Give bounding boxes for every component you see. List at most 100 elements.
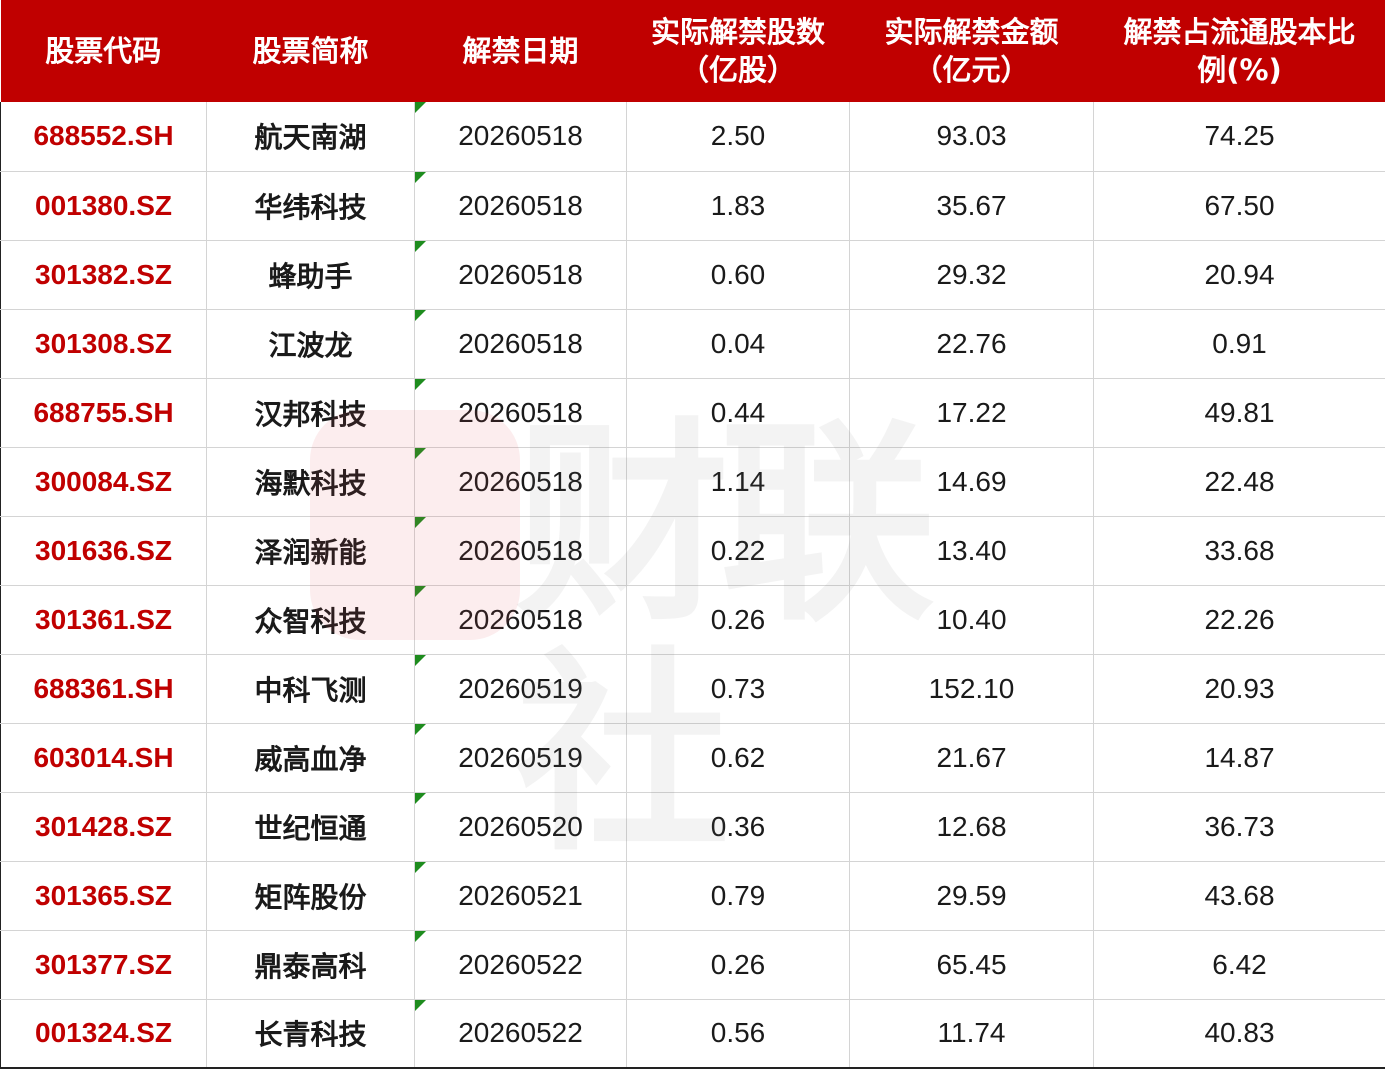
- header-stock-code: 股票代码: [0, 0, 207, 102]
- stock-code-cell: 301308.SZ: [0, 309, 207, 379]
- stock-code-cell: 300084.SZ: [0, 447, 207, 517]
- unlock-date-cell: 20260518: [414, 585, 627, 655]
- unlock-shares-cell: 1.83: [626, 171, 850, 241]
- unlock-date-cell: 20260522: [414, 999, 627, 1069]
- cell-marker-icon: [415, 309, 426, 321]
- unlock-ratio-cell: 22.48: [1093, 447, 1385, 517]
- header-unlock-date: 解禁日期: [414, 0, 627, 102]
- unlock-amount-cell: 14.69: [849, 447, 1094, 517]
- stock-name-cell: 华纬科技: [206, 171, 415, 241]
- unlock-date-cell: 20260520: [414, 792, 627, 862]
- stock-name-cell: 海默科技: [206, 447, 415, 517]
- table-row: 301428.SZ 世纪恒通 20260520 0.36 12.68 36.73: [0, 792, 1385, 862]
- stock-name-cell: 长青科技: [206, 999, 415, 1069]
- table-row: 301308.SZ 江波龙 20260518 0.04 22.76 0.91: [0, 309, 1385, 379]
- stock-name-cell: 矩阵股份: [206, 861, 415, 931]
- unlock-shares-cell: 0.73: [626, 654, 850, 724]
- unlock-shares-cell: 1.14: [626, 447, 850, 517]
- table-row: 688361.SH 中科飞测 20260519 0.73 152.10 20.93: [0, 654, 1385, 724]
- stock-name-cell: 威高血净: [206, 723, 415, 793]
- unlock-ratio-cell: 49.81: [1093, 378, 1385, 448]
- unlock-ratio-cell: 74.25: [1093, 102, 1385, 172]
- unlock-shares-cell: 0.44: [626, 378, 850, 448]
- unlock-amount-cell: 152.10: [849, 654, 1094, 724]
- cell-marker-icon: [415, 102, 426, 113]
- unlock-shares-cell: 0.22: [626, 516, 850, 586]
- unlock-date-cell: 20260522: [414, 930, 627, 1000]
- unlock-amount-cell: 10.40: [849, 585, 1094, 655]
- unlock-ratio-cell: 43.68: [1093, 861, 1385, 931]
- cell-marker-icon: [415, 171, 426, 183]
- stock-name-cell: 泽润新能: [206, 516, 415, 586]
- cell-marker-icon: [415, 240, 426, 252]
- table-row: 688552.SH 航天南湖 20260518 2.50 93.03 74.25: [0, 102, 1385, 172]
- stock-code-cell: 688361.SH: [0, 654, 207, 724]
- header-stock-name: 股票简称: [206, 0, 415, 102]
- unlock-table-container: 股票代码 股票简称 解禁日期 实际解禁股数 （亿股） 实际解禁金额 （亿元） 解…: [0, 0, 1385, 1069]
- cell-marker-icon: [415, 723, 426, 735]
- unlock-shares-cell: 0.26: [626, 930, 850, 1000]
- cell-marker-icon: [415, 861, 426, 873]
- unlock-ratio-cell: 67.50: [1093, 171, 1385, 241]
- stock-code-cell: 301382.SZ: [0, 240, 207, 310]
- stock-code-cell: 301428.SZ: [0, 792, 207, 862]
- stock-code-cell: 301636.SZ: [0, 516, 207, 586]
- unlock-ratio-cell: 22.26: [1093, 585, 1385, 655]
- header-unlock-ratio: 解禁占流通股本比 例(%): [1093, 0, 1385, 102]
- stock-name-cell: 世纪恒通: [206, 792, 415, 862]
- unlock-ratio-cell: 14.87: [1093, 723, 1385, 793]
- unlock-shares-cell: 0.04: [626, 309, 850, 379]
- unlock-amount-cell: 65.45: [849, 930, 1094, 1000]
- unlock-date-cell: 20260518: [414, 447, 627, 517]
- unlock-date-cell: 20260519: [414, 723, 627, 793]
- unlock-date-cell: 20260519: [414, 654, 627, 724]
- unlock-shares-cell: 0.26: [626, 585, 850, 655]
- unlock-ratio-cell: 20.93: [1093, 654, 1385, 724]
- cell-marker-icon: [415, 792, 426, 804]
- unlock-date-cell: 20260518: [414, 102, 627, 172]
- cell-marker-icon: [415, 654, 426, 666]
- cell-marker-icon: [415, 585, 426, 597]
- stock-code-cell: 001380.SZ: [0, 171, 207, 241]
- unlock-amount-cell: 17.22: [849, 378, 1094, 448]
- stock-name-cell: 汉邦科技: [206, 378, 415, 448]
- unlock-shares-cell: 0.60: [626, 240, 850, 310]
- stock-code-cell: 603014.SH: [0, 723, 207, 793]
- unlock-amount-cell: 11.74: [849, 999, 1094, 1069]
- unlock-amount-cell: 35.67: [849, 171, 1094, 241]
- unlock-amount-cell: 21.67: [849, 723, 1094, 793]
- unlock-date-cell: 20260518: [414, 378, 627, 448]
- unlock-date-cell: 20260518: [414, 516, 627, 586]
- unlock-shares-cell: 0.62: [626, 723, 850, 793]
- cell-marker-icon: [415, 516, 426, 528]
- stock-name-cell: 航天南湖: [206, 102, 415, 172]
- table-row: 688755.SH 汉邦科技 20260518 0.44 17.22 49.81: [0, 378, 1385, 448]
- unlock-amount-cell: 29.32: [849, 240, 1094, 310]
- stock-code-cell: 688755.SH: [0, 378, 207, 448]
- unlock-amount-cell: 13.40: [849, 516, 1094, 586]
- unlock-ratio-cell: 6.42: [1093, 930, 1385, 1000]
- unlock-date-cell: 20260518: [414, 171, 627, 241]
- table-row: 301382.SZ 蜂助手 20260518 0.60 29.32 20.94: [0, 240, 1385, 310]
- unlock-date-cell: 20260521: [414, 861, 627, 931]
- stock-code-cell: 301365.SZ: [0, 861, 207, 931]
- header-unlock-shares: 实际解禁股数 （亿股）: [626, 0, 850, 102]
- table-row: 001324.SZ 长青科技 20260522 0.56 11.74 40.83: [0, 999, 1385, 1069]
- stock-name-cell: 鼎泰高科: [206, 930, 415, 1000]
- stock-name-cell: 蜂助手: [206, 240, 415, 310]
- cell-marker-icon: [415, 930, 426, 942]
- table-row: 301377.SZ 鼎泰高科 20260522 0.26 65.45 6.42: [0, 930, 1385, 1000]
- unlock-amount-cell: 12.68: [849, 792, 1094, 862]
- cell-marker-icon: [415, 999, 426, 1011]
- table-row: 603014.SH 威高血净 20260519 0.62 21.67 14.87: [0, 723, 1385, 793]
- cell-marker-icon: [415, 378, 426, 390]
- table-row: 301361.SZ 众智科技 20260518 0.26 10.40 22.26: [0, 585, 1385, 655]
- table-row: 001380.SZ 华纬科技 20260518 1.83 35.67 67.50: [0, 171, 1385, 241]
- unlock-shares-cell: 2.50: [626, 102, 850, 172]
- unlock-ratio-cell: 36.73: [1093, 792, 1385, 862]
- cell-marker-icon: [415, 447, 426, 459]
- stock-code-cell: 001324.SZ: [0, 999, 207, 1069]
- unlock-ratio-cell: 20.94: [1093, 240, 1385, 310]
- table-row: 301365.SZ 矩阵股份 20260521 0.79 29.59 43.68: [0, 861, 1385, 931]
- unlock-shares-cell: 0.36: [626, 792, 850, 862]
